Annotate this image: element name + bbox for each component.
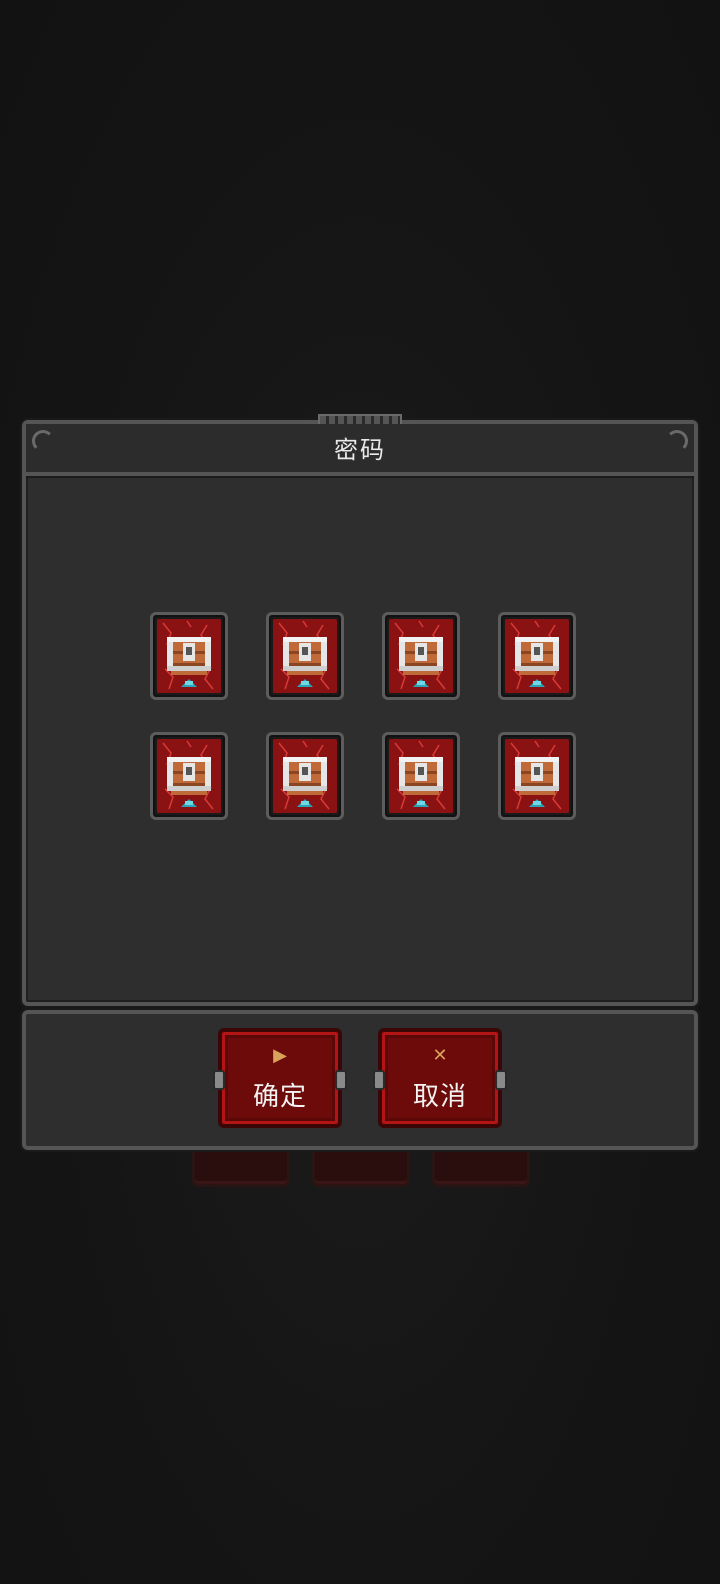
locked-chest-icon [273,739,337,813]
chest-slot-2[interactable] [266,612,344,700]
chest-slot-3[interactable] [382,612,460,700]
dialog-footer: ▶ 确定 ✕ 取消 [22,1010,698,1150]
password-dialog: 密码 [22,414,698,1006]
locked-chest-icon [157,739,221,813]
x-cross-icon: ✕ [432,1045,448,1066]
confirm-label: 确定 [252,1082,307,1112]
chest-slot-5[interactable] [150,732,228,820]
play-triangle-icon: ▶ [273,1045,287,1066]
chest-slot-6[interactable] [266,732,344,820]
locked-chest-icon [505,619,569,693]
locked-chest-icon [389,619,453,693]
chest-slot-4[interactable] [498,612,576,700]
dialog-title: 密码 [334,436,386,464]
title-ornament-icon [318,414,402,424]
cancel-label: 取消 [412,1082,467,1112]
confirm-button[interactable]: ▶ 确定 [213,1028,347,1128]
dialog-title-bar: 密码 [26,414,694,476]
chest-slot-7[interactable] [382,732,460,820]
locked-chest-icon [157,619,221,693]
screen: 密码 ▶ 确定 ✕ 取消 [0,0,720,1584]
chest-slot-8[interactable] [498,732,576,820]
locked-chest-icon [273,619,337,693]
locked-chest-icon [505,739,569,813]
locked-chest-icon [389,739,453,813]
chest-grid [150,612,578,820]
cancel-button[interactable]: ✕ 取消 [373,1028,507,1128]
chest-slot-1[interactable] [150,612,228,700]
